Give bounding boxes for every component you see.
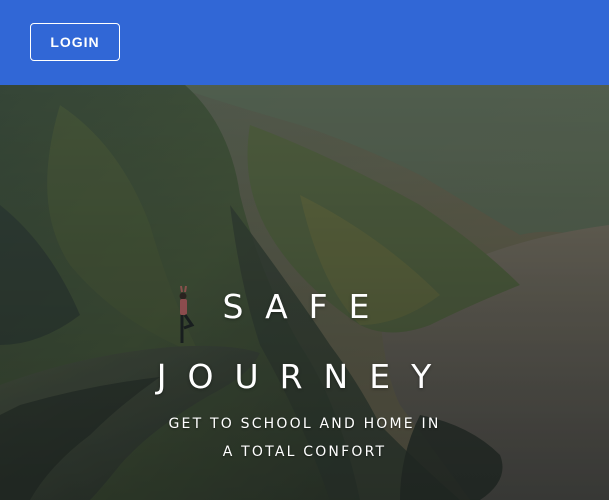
hero-title-line-1: SAFE bbox=[222, 287, 391, 326]
top-navbar: LOGIN bbox=[0, 0, 609, 85]
hero-section: SAFE JOURNEY GET TO SCHOOL AND HOME IN A… bbox=[0, 85, 609, 500]
hero-subtitle-line-2: A TOTAL CONFORT bbox=[222, 444, 387, 460]
hero-subtitle-line-1: GET TO SCHOOL AND HOME IN bbox=[168, 416, 441, 432]
login-button[interactable]: LOGIN bbox=[30, 23, 120, 61]
hero-text: SAFE JOURNEY GET TO SCHOOL AND HOME IN A… bbox=[0, 85, 609, 500]
hero-title-line-2: JOURNEY bbox=[156, 357, 453, 396]
